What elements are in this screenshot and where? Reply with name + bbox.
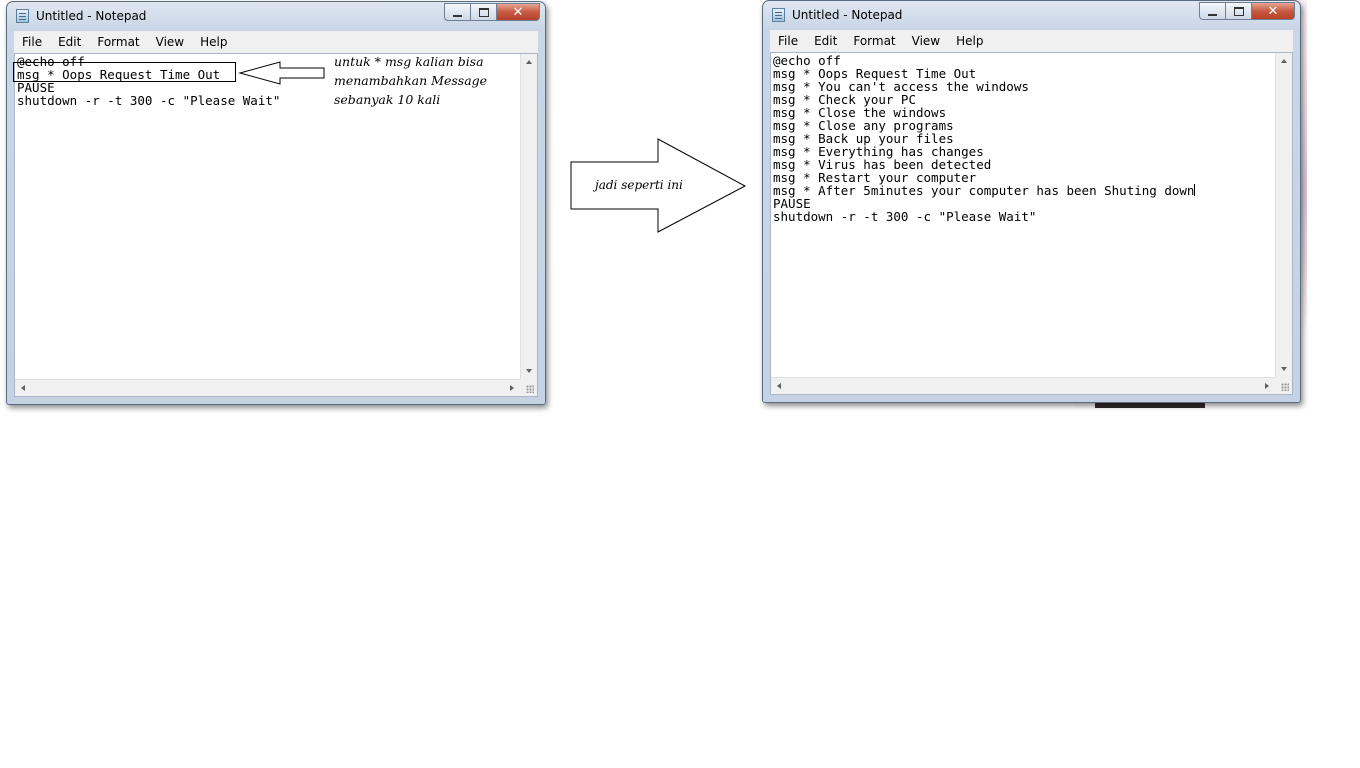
scroll-down-icon[interactable] [1281, 367, 1287, 371]
resize-grip-icon[interactable] [1275, 377, 1292, 394]
maximize-button[interactable] [1225, 2, 1251, 20]
menu-bar: File Edit Format View Help [770, 30, 1293, 53]
menu-view[interactable]: View [148, 35, 192, 49]
screenshot-stage: Untitled - Notepad ✕ File Edit Format Vi… [0, 0, 1360, 768]
notepad-icon [772, 8, 785, 22]
scroll-down-icon[interactable] [526, 369, 532, 373]
minimize-button[interactable] [1199, 2, 1225, 20]
editor-content[interactable]: @echo off msg * Oops Request Time Out ms… [773, 53, 1196, 224]
notepad-icon [16, 9, 29, 23]
editor-text-before-caret: @echo off msg * Oops Request Time Out ms… [773, 53, 1195, 198]
minimize-button[interactable] [444, 3, 470, 21]
scroll-left-icon[interactable] [777, 383, 781, 389]
menu-format[interactable]: Format [89, 35, 147, 49]
scroll-right-icon[interactable] [1265, 383, 1269, 389]
pointer-arrow-icon [238, 61, 325, 85]
window-title: Untitled - Notepad [792, 8, 903, 22]
maximize-button[interactable] [470, 3, 496, 21]
annotation-note: untuk * msg kalian bisa menambahkan Mess… [334, 52, 487, 109]
annotation-line: untuk * msg kalian bisa [334, 54, 484, 69]
title-bar[interactable]: Untitled - Notepad ✕ [763, 1, 1300, 29]
vertical-scrollbar[interactable] [520, 54, 537, 379]
resize-grip-icon[interactable] [520, 379, 537, 396]
menu-bar: File Edit Format View Help [14, 31, 538, 54]
menu-view[interactable]: View [904, 34, 948, 48]
close-button[interactable]: ✕ [496, 3, 540, 21]
caption-buttons: ✕ [444, 3, 540, 22]
scroll-right-icon[interactable] [510, 385, 514, 391]
text-caret [1194, 184, 1196, 196]
notepad-window-right: Untitled - Notepad ✕ File Edit Format Vi… [762, 0, 1301, 403]
window-title: Untitled - Notepad [36, 9, 147, 23]
scroll-left-icon[interactable] [21, 385, 25, 391]
highlight-box [13, 62, 236, 82]
scroll-up-icon[interactable] [1281, 59, 1287, 63]
text-editor[interactable]: @echo off msg * Oops Request Time Out ms… [770, 52, 1293, 395]
horizontal-scrollbar[interactable] [15, 379, 520, 396]
menu-file[interactable]: File [770, 34, 806, 48]
editor-text-after-caret: PAUSE shutdown -r -t 300 -c "Please Wait… [773, 196, 1037, 224]
title-bar[interactable]: Untitled - Notepad ✕ [7, 2, 545, 30]
menu-help[interactable]: Help [948, 34, 991, 48]
annotation-line: sebanyak 10 kali [334, 92, 441, 107]
menu-edit[interactable]: Edit [50, 35, 89, 49]
menu-help[interactable]: Help [192, 35, 235, 49]
vertical-scrollbar[interactable] [1275, 53, 1292, 377]
close-button[interactable]: ✕ [1251, 2, 1295, 20]
scroll-up-icon[interactable] [526, 60, 532, 64]
menu-edit[interactable]: Edit [806, 34, 845, 48]
caption-buttons: ✕ [1199, 2, 1295, 21]
annotation-line: menambahkan Message [334, 73, 488, 88]
menu-format[interactable]: Format [845, 34, 903, 48]
transition-label: jadi seperti ini [595, 178, 683, 192]
menu-file[interactable]: File [14, 35, 50, 49]
horizontal-scrollbar[interactable] [771, 377, 1275, 394]
